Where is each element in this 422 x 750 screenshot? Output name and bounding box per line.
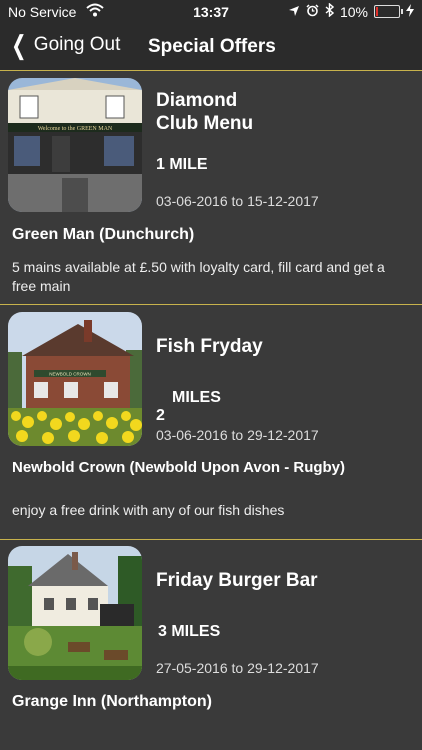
offer-title-line: Club Menu (156, 113, 254, 134)
alarm-icon (306, 3, 319, 20)
offer-image (8, 546, 142, 680)
navigation-bar: ❮ Going Out Special Offers (0, 24, 422, 71)
offer-distance-number: 2 (156, 407, 165, 424)
offer-title: Diamond Club Menu (156, 89, 406, 135)
offer-venue: Newbold Crown (Newbold Upon Avon - Rugby… (12, 459, 346, 476)
location-icon (288, 4, 300, 20)
offer-title-line: Diamond (156, 90, 238, 111)
offer-title: Friday Burger Bar (156, 570, 318, 591)
status-right: 10% (288, 2, 414, 20)
battery-percent: 10% (339, 3, 368, 20)
charging-icon (406, 3, 414, 20)
battery-icon (374, 5, 403, 18)
offer-dates: 27-05-2016 to 29-12-2017 (156, 660, 319, 676)
offer-card[interactable]: Friday Burger Bar 3 MILES 27-05-2016 to … (0, 540, 422, 750)
offer-distance: 1 MILE (156, 156, 208, 173)
offer-card[interactable]: NEWBOLD CROWN Fish Fryday MILES 2 03-06-… (0, 305, 422, 540)
offer-distance-unit: MILES (172, 389, 221, 406)
offer-image: Welcome to the GREEN MAN (8, 78, 142, 212)
offer-image: NEWBOLD CROWN (8, 312, 142, 446)
status-bar: No Service 13:37 10% (0, 0, 422, 24)
offer-dates: 03-06-2016 to 15-12-2017 (156, 193, 319, 209)
offer-title: Fish Fryday (156, 336, 263, 357)
bluetooth-icon (325, 2, 335, 20)
offer-description: 5 mains available at £.50 with loyalty c… (12, 259, 385, 294)
page-title: Special Offers (148, 36, 276, 57)
chevron-left-icon: ❮ (11, 30, 27, 60)
back-button-label: Going Out (33, 34, 121, 55)
offer-venue: Green Man (Dunchurch) (12, 226, 195, 243)
offer-card[interactable]: Welcome to the GREEN MAN Diamond Club Me… (0, 71, 422, 305)
pub-sign-text: NEWBOLD CROWN (49, 372, 91, 377)
offer-description: enjoy a free drink with any of our fish … (12, 502, 285, 518)
offer-venue: Grange Inn (Northampton) (12, 693, 212, 710)
back-button[interactable]: ❮ Going Out (8, 30, 121, 60)
offer-distance: 3 MILES (158, 623, 221, 640)
offer-dates: 03-06-2016 to 29-12-2017 (156, 427, 319, 443)
pub-sign-text: Welcome to the GREEN MAN (38, 126, 113, 132)
